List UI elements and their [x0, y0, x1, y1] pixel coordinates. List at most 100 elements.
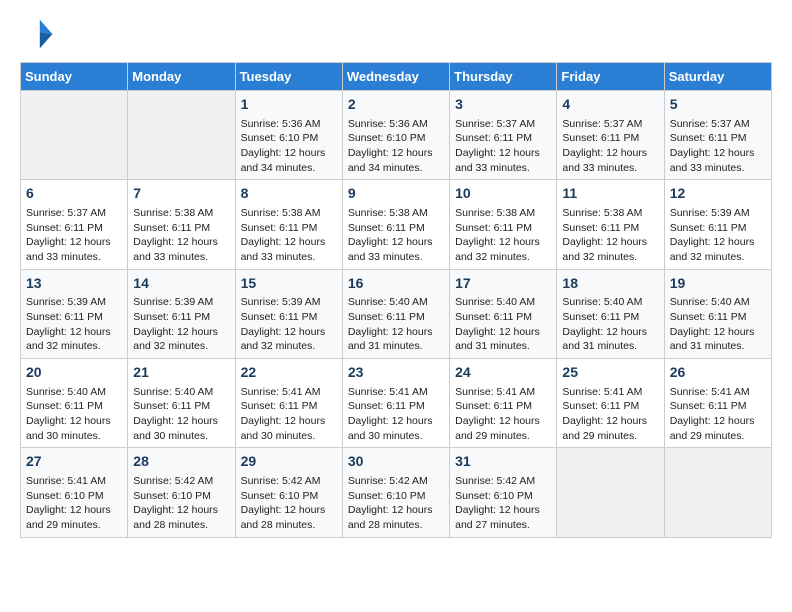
day-number: 5	[670, 95, 766, 115]
cell-info: Sunrise: 5:36 AM	[241, 117, 337, 132]
header-sunday: Sunday	[21, 63, 128, 91]
calendar-week-row: 6Sunrise: 5:37 AMSunset: 6:11 PMDaylight…	[21, 180, 772, 269]
cell-info: Sunset: 6:10 PM	[241, 489, 337, 504]
calendar-cell: 12Sunrise: 5:39 AMSunset: 6:11 PMDayligh…	[664, 180, 771, 269]
cell-info: Sunrise: 5:41 AM	[348, 385, 444, 400]
day-number: 7	[133, 184, 229, 204]
day-number: 30	[348, 452, 444, 472]
cell-info: Sunset: 6:11 PM	[562, 221, 658, 236]
cell-info: Sunrise: 5:41 AM	[562, 385, 658, 400]
cell-info: Daylight: 12 hours	[562, 414, 658, 429]
header-friday: Friday	[557, 63, 664, 91]
calendar-table: SundayMondayTuesdayWednesdayThursdayFrid…	[20, 62, 772, 538]
calendar-cell: 22Sunrise: 5:41 AMSunset: 6:11 PMDayligh…	[235, 359, 342, 448]
cell-info: Sunrise: 5:37 AM	[562, 117, 658, 132]
cell-info: Daylight: 12 hours	[670, 414, 766, 429]
cell-info: Daylight: 12 hours	[455, 235, 551, 250]
day-number: 1	[241, 95, 337, 115]
calendar-cell: 10Sunrise: 5:38 AMSunset: 6:11 PMDayligh…	[450, 180, 557, 269]
header-saturday: Saturday	[664, 63, 771, 91]
calendar-cell: 5Sunrise: 5:37 AMSunset: 6:11 PMDaylight…	[664, 91, 771, 180]
cell-info: Sunrise: 5:39 AM	[133, 295, 229, 310]
cell-info: and 30 minutes.	[133, 429, 229, 444]
day-number: 15	[241, 274, 337, 294]
calendar-cell: 21Sunrise: 5:40 AMSunset: 6:11 PMDayligh…	[128, 359, 235, 448]
cell-info: Sunset: 6:11 PM	[133, 310, 229, 325]
cell-info: Sunset: 6:11 PM	[670, 131, 766, 146]
calendar-cell: 14Sunrise: 5:39 AMSunset: 6:11 PMDayligh…	[128, 269, 235, 358]
calendar-cell: 31Sunrise: 5:42 AMSunset: 6:10 PMDayligh…	[450, 448, 557, 537]
page-header	[20, 16, 772, 52]
cell-info: and 29 minutes.	[562, 429, 658, 444]
day-number: 28	[133, 452, 229, 472]
cell-info: and 33 minutes.	[241, 250, 337, 265]
calendar-cell	[21, 91, 128, 180]
cell-info: Sunrise: 5:38 AM	[241, 206, 337, 221]
cell-info: Daylight: 12 hours	[455, 503, 551, 518]
cell-info: and 32 minutes.	[26, 339, 122, 354]
cell-info: Sunrise: 5:42 AM	[455, 474, 551, 489]
day-number: 3	[455, 95, 551, 115]
cell-info: Daylight: 12 hours	[26, 235, 122, 250]
header-monday: Monday	[128, 63, 235, 91]
cell-info: Daylight: 12 hours	[26, 503, 122, 518]
cell-info: Sunrise: 5:39 AM	[670, 206, 766, 221]
cell-info: Daylight: 12 hours	[241, 146, 337, 161]
cell-info: Daylight: 12 hours	[670, 146, 766, 161]
calendar-cell: 25 Sunrise: 5:41 AMSunset: 6:11 PMDayligh…	[557, 359, 664, 448]
calendar-cell: 28Sunrise: 5:42 AMSunset: 6:10 PMDayligh…	[128, 448, 235, 537]
cell-info: and 31 minutes.	[670, 339, 766, 354]
cell-info: Sunrise: 5:41 AM	[241, 385, 337, 400]
cell-info: Sunrise: 5:38 AM	[455, 206, 551, 221]
cell-info: Sunset: 6:11 PM	[241, 399, 337, 414]
logo-icon	[20, 16, 56, 52]
day-number: 20	[26, 363, 122, 383]
cell-info: Sunset: 6:11 PM	[562, 310, 658, 325]
calendar-cell	[128, 91, 235, 180]
cell-info: Sunset: 6:10 PM	[26, 489, 122, 504]
cell-info: Daylight: 12 hours	[455, 325, 551, 340]
calendar-week-row: 27Sunrise: 5:41 AMSunset: 6:10 PMDayligh…	[21, 448, 772, 537]
cell-info: and 33 minutes.	[348, 250, 444, 265]
cell-info: Sunrise: 5:42 AM	[133, 474, 229, 489]
cell-info: Daylight: 12 hours	[241, 325, 337, 340]
cell-info: Sunset: 6:11 PM	[26, 310, 122, 325]
calendar-cell: 13Sunrise: 5:39 AMSunset: 6:11 PMDayligh…	[21, 269, 128, 358]
cell-info: Daylight: 12 hours	[562, 235, 658, 250]
cell-info: Sunset: 6:11 PM	[562, 399, 658, 414]
cell-info: Sunrise: 5:38 AM	[562, 206, 658, 221]
cell-info: and 33 minutes.	[562, 161, 658, 176]
cell-info: Daylight: 12 hours	[455, 414, 551, 429]
day-number: 8	[241, 184, 337, 204]
cell-info: Sunset: 6:10 PM	[348, 489, 444, 504]
calendar-week-row: 13Sunrise: 5:39 AMSunset: 6:11 PMDayligh…	[21, 269, 772, 358]
cell-info: Sunset: 6:11 PM	[455, 131, 551, 146]
cell-info: and 28 minutes.	[241, 518, 337, 533]
cell-info: Sunrise: 5:40 AM	[26, 385, 122, 400]
cell-info: and 32 minutes.	[455, 250, 551, 265]
cell-info: and 31 minutes.	[562, 339, 658, 354]
cell-info: and 34 minutes.	[348, 161, 444, 176]
cell-info: Sunrise: 5:39 AM	[241, 295, 337, 310]
calendar-cell: 20Sunrise: 5:40 AMSunset: 6:11 PMDayligh…	[21, 359, 128, 448]
calendar-cell: 6Sunrise: 5:37 AMSunset: 6:11 PMDaylight…	[21, 180, 128, 269]
cell-info: Sunset: 6:11 PM	[348, 310, 444, 325]
day-number: 2	[348, 95, 444, 115]
calendar-week-row: 1Sunrise: 5:36 AMSunset: 6:10 PMDaylight…	[21, 91, 772, 180]
cell-info: Sunset: 6:11 PM	[133, 221, 229, 236]
calendar-cell: 3Sunrise: 5:37 AMSunset: 6:11 PMDaylight…	[450, 91, 557, 180]
calendar-cell: 8Sunrise: 5:38 AMSunset: 6:11 PMDaylight…	[235, 180, 342, 269]
cell-info: Sunset: 6:11 PM	[133, 399, 229, 414]
cell-info: Daylight: 12 hours	[133, 235, 229, 250]
calendar-header-row: SundayMondayTuesdayWednesdayThursdayFrid…	[21, 63, 772, 91]
cell-info: Daylight: 12 hours	[133, 414, 229, 429]
cell-info: Daylight: 12 hours	[241, 414, 337, 429]
day-number: 25	[562, 363, 658, 383]
cell-info: and 30 minutes.	[241, 429, 337, 444]
calendar-cell: 23Sunrise: 5:41 AMSunset: 6:11 PMDayligh…	[342, 359, 449, 448]
day-number: 10	[455, 184, 551, 204]
cell-info: and 32 minutes.	[562, 250, 658, 265]
calendar-cell: 7Sunrise: 5:38 AMSunset: 6:11 PMDaylight…	[128, 180, 235, 269]
cell-info: Daylight: 12 hours	[26, 325, 122, 340]
cell-info: and 30 minutes.	[348, 429, 444, 444]
